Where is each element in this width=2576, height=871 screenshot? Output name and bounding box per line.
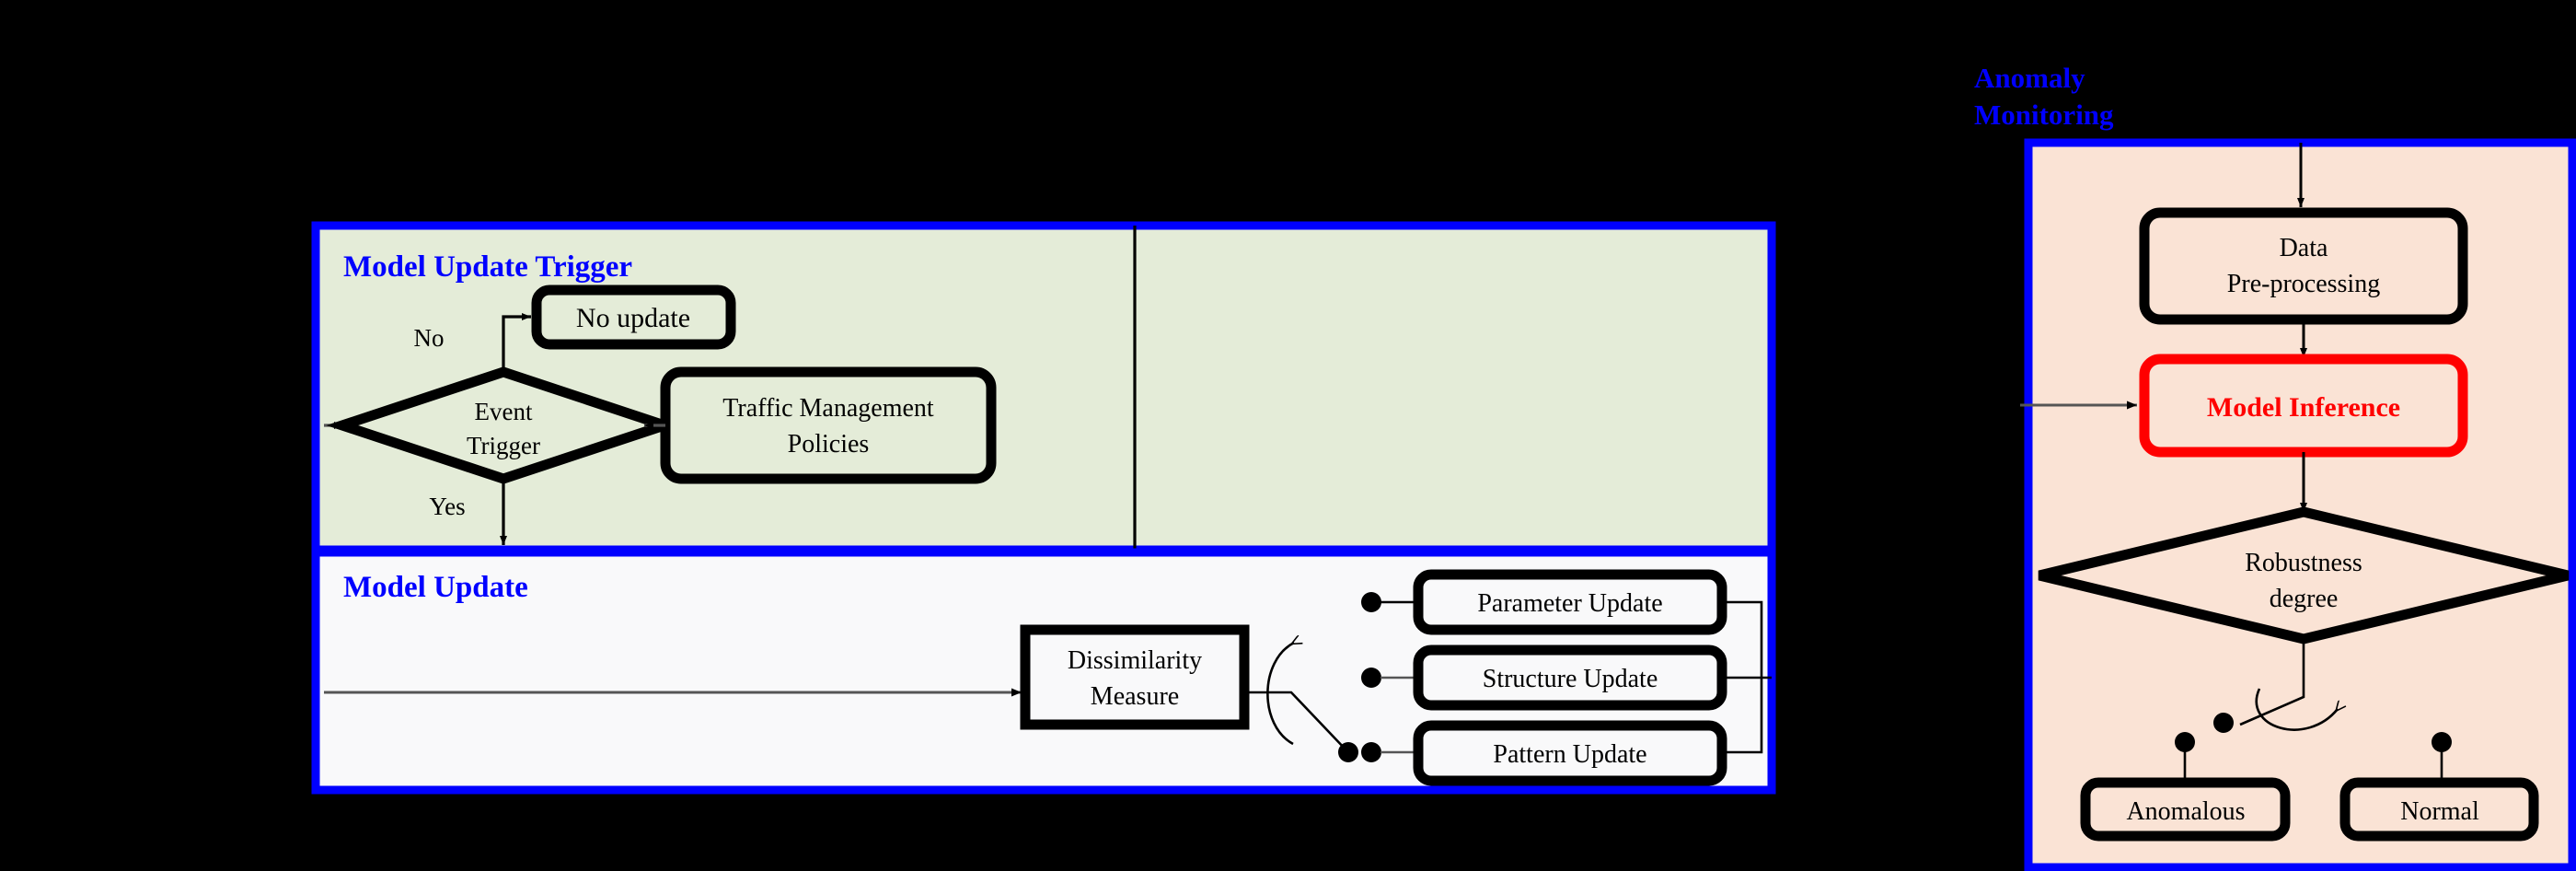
node-traffic-policies-label-2: Policies bbox=[788, 430, 870, 459]
panel-anomaly-monitoring-title-line-1: Anomaly bbox=[1974, 62, 2085, 94]
panel-model-update-trigger-title: Model Update Trigger bbox=[343, 250, 632, 284]
node-model-inference: Model Inference bbox=[2139, 354, 2468, 458]
robustness-selector-pointer-dot bbox=[2213, 713, 2234, 733]
contact-dot-parameter-update bbox=[1361, 592, 1381, 612]
panel-anomaly-monitoring-title-line-2: Monitoring bbox=[1974, 99, 2114, 131]
node-parameter-update: Parameter Update bbox=[1413, 569, 1727, 635]
node-no-update-label: No update bbox=[576, 303, 690, 333]
contact-dot-anomalous bbox=[2175, 732, 2195, 752]
node-anomalous: Anomalous bbox=[2080, 777, 2291, 842]
edge-label-no: No bbox=[414, 324, 445, 352]
diagram-canvas: Model Update Trigger Event Trigger No Ye… bbox=[0, 0, 2576, 871]
node-dissimilarity-measure-label-2: Measure bbox=[1091, 682, 1179, 711]
node-data-preprocessing-label-1: Data bbox=[2280, 234, 2328, 262]
node-structure-update: Structure Update bbox=[1413, 645, 1727, 711]
node-anomalous-label: Anomalous bbox=[2126, 797, 2245, 826]
node-structure-update-label: Structure Update bbox=[1483, 665, 1658, 693]
node-pattern-update: Pattern Update bbox=[1413, 720, 1727, 786]
contact-dot-structure-update bbox=[1361, 668, 1381, 688]
node-traffic-policies-shape bbox=[660, 366, 997, 484]
node-dissimilarity-measure: Dissimilarity Measure bbox=[1020, 624, 1250, 730]
node-traffic-policies: Traffic Management Policies bbox=[660, 366, 997, 484]
node-parameter-update-label: Parameter Update bbox=[1477, 589, 1662, 618]
node-no-update: No update bbox=[531, 285, 736, 350]
contact-dot-normal bbox=[2432, 732, 2452, 752]
panel-model-update-title: Model Update bbox=[343, 571, 528, 604]
node-model-inference-label: Model Inference bbox=[2207, 392, 2400, 423]
node-event-trigger-label-1: Event bbox=[475, 398, 533, 425]
node-data-preprocessing-shape bbox=[2139, 207, 2468, 325]
node-event-trigger-label-2: Trigger bbox=[467, 432, 540, 459]
contact-dot-pattern-update bbox=[1361, 742, 1381, 762]
node-robustness-degree-label-2: degree bbox=[2270, 585, 2339, 613]
node-normal: Normal bbox=[2339, 777, 2539, 842]
node-normal-label: Normal bbox=[2400, 797, 2479, 826]
node-data-preprocessing: Data Pre-processing bbox=[2139, 207, 2468, 325]
node-data-preprocessing-label-2: Pre-processing bbox=[2227, 270, 2380, 298]
node-dissimilarity-measure-label-1: Dissimilarity bbox=[1068, 646, 1202, 675]
node-pattern-update-label: Pattern Update bbox=[1493, 740, 1646, 769]
edge-label-yes: Yes bbox=[429, 493, 465, 520]
node-traffic-policies-label-1: Traffic Management bbox=[722, 394, 934, 423]
node-robustness-degree-label-1: Robustness bbox=[2245, 549, 2362, 577]
selector-switch-pointer-dot bbox=[1338, 742, 1358, 762]
